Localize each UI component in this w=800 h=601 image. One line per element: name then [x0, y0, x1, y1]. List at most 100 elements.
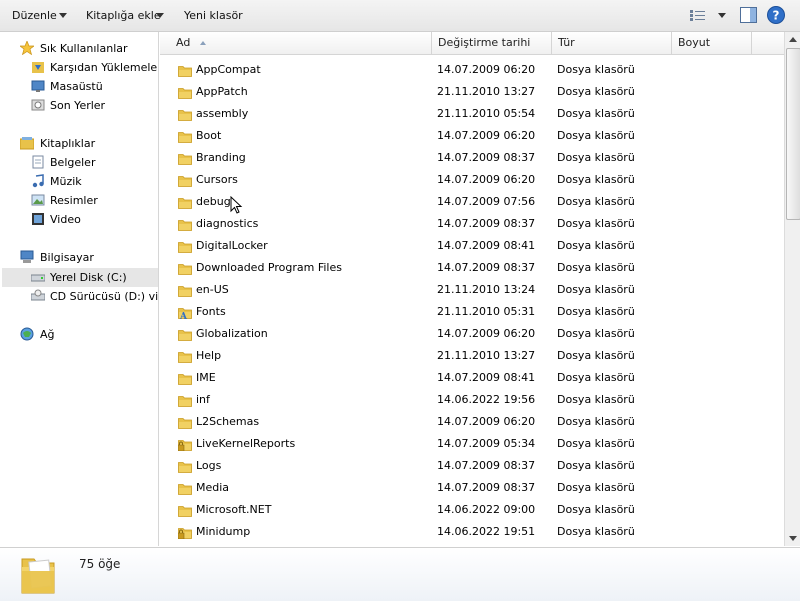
- large-folder-icon: [18, 553, 58, 597]
- file-modified-date: 14.07.2009 06:20: [437, 173, 536, 186]
- table-row[interactable]: AppPatch 21.11.2010 13:27 Dosya klasörü: [160, 81, 784, 103]
- file-name: Downloaded Program Files: [196, 261, 342, 274]
- table-row[interactable]: IME 14.07.2009 08:41 Dosya klasörü: [160, 367, 784, 389]
- file-name: L2Schemas: [196, 415, 260, 428]
- include-in-library-button[interactable]: Kitaplığa ekle: [86, 8, 161, 24]
- file-type: Dosya klasörü: [557, 459, 635, 472]
- view-dropdown-icon[interactable]: [718, 13, 726, 18]
- nav-item-downloads[interactable]: Karşıdan Yüklemeler: [50, 59, 158, 77]
- details-pane: 75 öğe: [0, 547, 800, 601]
- nav-item-local-disk-c[interactable]: Yerel Disk (C:): [50, 269, 127, 287]
- vertical-scrollbar[interactable]: [784, 32, 800, 546]
- file-modified-date: 14.07.2009 05:34: [437, 437, 536, 450]
- file-modified-date: 14.06.2022 19:56: [437, 393, 536, 406]
- scroll-down-arrow-icon[interactable]: [789, 536, 797, 541]
- file-modified-date: 14.07.2009 08:37: [437, 481, 536, 494]
- table-row[interactable]: assembly 21.11.2010 05:54 Dosya klasörü: [160, 103, 784, 125]
- new-folder-button[interactable]: Yeni klasör: [184, 8, 243, 24]
- column-header-type[interactable]: Tür: [552, 32, 672, 54]
- file-modified-date: 21.11.2010 05:31: [437, 305, 536, 318]
- table-row[interactable]: debug 14.07.2009 07:56 Dosya klasörü: [160, 191, 784, 213]
- file-name: Minidump: [196, 525, 251, 538]
- table-row[interactable]: A Fonts 21.11.2010 05:31 Dosya klasörü: [160, 301, 784, 323]
- nav-favorites-header[interactable]: Sık Kullanılanlar: [40, 40, 128, 58]
- nav-item-desktop[interactable]: Masaüstü: [50, 78, 103, 96]
- nav-item-pictures[interactable]: Resimler: [50, 192, 98, 210]
- drive-icon: [30, 270, 46, 284]
- column-header-size[interactable]: Boyut: [672, 32, 752, 54]
- file-name: DigitalLocker: [196, 239, 268, 252]
- folder-icon: [178, 283, 192, 297]
- help-icon[interactable]: ?: [767, 6, 785, 24]
- table-row[interactable]: Help 21.11.2010 13:27 Dosya klasörü: [160, 345, 784, 367]
- organize-dropdown-icon[interactable]: [59, 13, 67, 18]
- file-modified-date: 14.07.2009 06:20: [437, 63, 536, 76]
- file-name: Help: [196, 349, 222, 362]
- view-options-icon[interactable]: [690, 9, 706, 22]
- file-name: AppPatch: [196, 85, 248, 98]
- folder-icon: [178, 217, 192, 231]
- table-row[interactable]: diagnostics 14.07.2009 08:37 Dosya klasörü: [160, 213, 784, 235]
- table-row[interactable]: inf 14.06.2022 19:56 Dosya klasörü: [160, 389, 784, 411]
- folder-icon: [178, 107, 192, 121]
- file-modified-date: 21.11.2010 05:54: [437, 107, 536, 120]
- file-name: Branding: [196, 151, 246, 164]
- file-name: Fonts: [196, 305, 226, 318]
- nav-item-video[interactable]: Video: [50, 211, 81, 229]
- item-count-text: 75 öğe: [79, 557, 121, 571]
- navigation-pane: Sık Kullanılanlar Karşıdan Yüklemeler Ma…: [0, 32, 159, 546]
- table-row[interactable]: Boot 14.07.2009 06:20 Dosya klasörü: [160, 125, 784, 147]
- folder-icon: [178, 261, 192, 275]
- column-header-name[interactable]: Ad: [160, 32, 432, 54]
- file-modified-date: 14.07.2009 08:37: [437, 217, 536, 230]
- include-library-dropdown-icon[interactable]: [156, 13, 164, 18]
- table-row[interactable]: Media 14.07.2009 08:37 Dosya klasörü: [160, 477, 784, 499]
- table-row[interactable]: Minidump 14.06.2022 19:51 Dosya klasörü: [160, 521, 784, 543]
- table-row[interactable]: DigitalLocker 14.07.2009 08:41 Dosya klasö…: [160, 235, 784, 257]
- file-type: Dosya klasörü: [557, 85, 635, 98]
- file-name: LiveKernelReports: [196, 437, 296, 450]
- table-row[interactable]: Branding 14.07.2009 08:37 Dosya klasörü: [160, 147, 784, 169]
- nav-item-documents[interactable]: Belgeler: [50, 154, 95, 172]
- table-row[interactable]: Cursors 14.07.2009 06:20 Dosya klasörü: [160, 169, 784, 191]
- folder-icon: [178, 415, 192, 429]
- file-modified-date: 14.07.2009 06:20: [437, 129, 536, 142]
- svg-text:A: A: [179, 312, 188, 319]
- nav-libraries-header[interactable]: Kitaplıklar: [40, 135, 95, 153]
- nav-item-recent-places[interactable]: Son Yerler: [50, 97, 105, 115]
- folder-icon: [178, 503, 192, 517]
- table-row[interactable]: Downloaded Program Files 14.07.2009 08:37…: [160, 257, 784, 279]
- scroll-up-arrow-icon[interactable]: [789, 37, 797, 42]
- file-type: Dosya klasörü: [557, 261, 635, 274]
- folder-icon: [178, 63, 192, 77]
- organize-button[interactable]: Düzenle: [12, 8, 57, 24]
- nav-item-cd-drive-d[interactable]: CD Sürücüsü (D:) virtio: [50, 288, 158, 306]
- preview-pane-icon[interactable]: [740, 7, 757, 23]
- file-type: Dosya klasörü: [557, 63, 635, 76]
- mouse-cursor-icon: [230, 195, 244, 216]
- file-modified-date: 14.07.2009 08:41: [437, 371, 536, 384]
- command-bar: Düzenle Kitaplığa ekle Yeni klasör ?: [0, 0, 800, 32]
- folder-icon: [178, 481, 192, 495]
- table-row[interactable]: LiveKernelReports 14.07.2009 05:34 Dosya k…: [160, 433, 784, 455]
- table-row[interactable]: Globalization 14.07.2009 06:20 Dosya klasö…: [160, 323, 784, 345]
- downloads-folder-icon: [31, 60, 45, 74]
- scroll-thumb[interactable]: [786, 48, 800, 220]
- folder-icon: [178, 151, 192, 165]
- file-type: Dosya klasörü: [557, 239, 635, 252]
- column-header-modified[interactable]: Değiştirme tarihi: [432, 32, 552, 54]
- folder-icon: [178, 371, 192, 385]
- nav-network-header[interactable]: Ağ: [40, 326, 55, 344]
- file-name: IME: [196, 371, 216, 384]
- table-row[interactable]: AppCompat 14.07.2009 06:20 Dosya klasörü: [160, 59, 784, 81]
- file-modified-date: 14.07.2009 06:20: [437, 327, 536, 340]
- table-row[interactable]: Microsoft.NET 14.06.2022 09:00 Dosya klasö…: [160, 499, 784, 521]
- table-row[interactable]: en-US 21.11.2010 13:24 Dosya klasörü: [160, 279, 784, 301]
- nav-computer-header[interactable]: Bilgisayar: [40, 249, 94, 267]
- table-row[interactable]: Logs 14.07.2009 08:37 Dosya klasörü: [160, 455, 784, 477]
- file-type: Dosya klasörü: [557, 151, 635, 164]
- file-name: diagnostics: [196, 217, 259, 230]
- folder-icon: [178, 239, 192, 253]
- table-row[interactable]: L2Schemas 14.07.2009 06:20 Dosya klasörü: [160, 411, 784, 433]
- nav-item-music[interactable]: Müzik: [50, 173, 82, 191]
